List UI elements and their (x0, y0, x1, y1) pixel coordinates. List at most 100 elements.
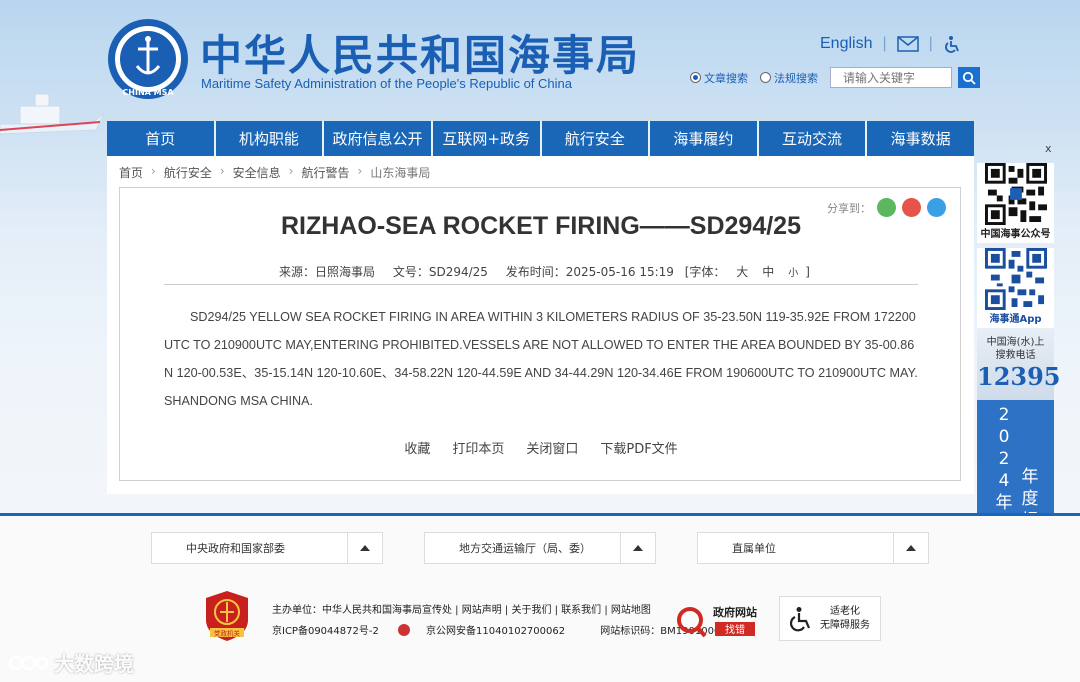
select-label: 直属单位 (732, 542, 776, 555)
article-meta: 来源：日照海事局 文号：SD294/25 发布时间：2025-05-16 15:… (120, 263, 962, 280)
breadcrumb-separator: › (219, 164, 225, 178)
breadcrumb-item[interactable]: 航行安全 (164, 164, 212, 181)
meta-publish-time: 发布时间：2025-05-16 15:19 (505, 265, 674, 279)
nav-home[interactable]: 首页 (107, 121, 216, 156)
site-title-en: Maritime Safety Administration of the Pe… (201, 76, 573, 91)
select-toggle[interactable] (347, 533, 382, 563)
police-record-text: 京公网安备11040102700062 (426, 626, 566, 637)
mail-icon[interactable] (896, 36, 919, 52)
watermark-logo-icon (8, 655, 48, 670)
meta-source: 来源：日照海事局 (279, 265, 376, 279)
caret-up-icon (633, 545, 643, 551)
article: 分享到： RIZHAO-SEA ROCKET FIRING——SD294/25 … (119, 187, 961, 481)
search-icon (962, 71, 976, 85)
font-large-button[interactable]: 大 (736, 265, 748, 279)
wechat-qr-card[interactable]: 中国海事公众号 (977, 163, 1054, 243)
breadcrumb-current: 山东海事局 (370, 166, 431, 180)
divider (164, 284, 918, 285)
nav-data[interactable]: 海事数据 (867, 121, 974, 156)
sidebar-close-button[interactable]: x (1045, 142, 1052, 155)
hotline-label: 搜救电话 (995, 350, 1036, 361)
accessibility-icon[interactable] (943, 35, 961, 53)
police-badge-icon (398, 624, 411, 636)
radio-label: 文章搜索 (704, 71, 748, 85)
close-window-link[interactable]: 关闭窗口 (526, 438, 578, 457)
qr-label: 海事通App (989, 314, 1042, 325)
breadcrumb: 首页 › 航行安全 › 安全信息 › 航行警告 › 山东海事局 (119, 164, 430, 181)
breadcrumb-item[interactable]: 首页 (119, 164, 143, 181)
nav-gov-info[interactable]: 政府信息公开 (324, 121, 433, 156)
search-input[interactable] (830, 67, 952, 88)
divider: | (882, 35, 887, 52)
radio-article-search[interactable]: 文章搜索 (690, 70, 748, 86)
watermark-text: 大数跨境 (54, 652, 134, 676)
accessibility-service-button[interactable]: 适老化 无障碍服务 (779, 596, 881, 641)
select-label: 中央政府和国家部委 (186, 542, 285, 555)
qr-code-icon (984, 248, 1047, 310)
breadcrumb-separator: › (288, 164, 294, 178)
gov-find-sub: 找错 (725, 623, 745, 636)
site-title-cn: 中华人民共和国海事局 (200, 31, 641, 80)
breadcrumb-item[interactable]: 安全信息 (233, 164, 281, 181)
caret-up-icon (360, 545, 370, 551)
content-panel: 首页 › 航行安全 › 安全信息 › 航行警告 › 山东海事局 分享到： RIZHAO-… (107, 156, 974, 494)
wheelchair-icon (790, 606, 811, 631)
qr-label: 中国海事公众号 (980, 229, 1051, 240)
breadcrumb-separator: › (151, 164, 156, 178)
app-qr-card[interactable]: 海事通App (977, 248, 1054, 328)
access-line: 适老化 (830, 605, 860, 617)
select-toggle[interactable] (893, 533, 928, 563)
search-bar: 文章搜索 法规搜索 (690, 67, 980, 88)
nav-navigation-safety[interactable]: 航行安全 (542, 121, 651, 156)
access-text: 适老化 无障碍服务 (820, 605, 870, 633)
badge-text: 党政机关 (214, 629, 241, 638)
download-pdf-link[interactable]: 下载PDF文件 (600, 438, 677, 457)
article-actions: 收藏 打印本页 关闭窗口 下载PDF文件 (120, 438, 962, 457)
english-link[interactable]: English (820, 35, 872, 53)
radio-dot (690, 72, 701, 83)
font-small-button[interactable]: 小 (788, 268, 798, 279)
nav-organization[interactable]: 机构职能 (216, 121, 325, 156)
party-gov-badge-icon[interactable]: 党政机关 (204, 590, 250, 642)
select-direct-units[interactable]: 直属单位 (697, 532, 929, 564)
breadcrumb-item[interactable]: 航行警告 (301, 164, 349, 181)
radio-dot (760, 72, 771, 83)
access-line: 无障碍服务 (820, 619, 870, 631)
article-title: RIZHAO-SEA ROCKET FIRING——SD294/25 (281, 212, 801, 240)
radio-label: 法规搜索 (774, 71, 818, 85)
msa-emblem-logo: CHINA MSA (108, 19, 188, 99)
font-medium-button[interactable]: 中 (762, 265, 774, 279)
gov-website-find-error-button[interactable]: 政府网站 找错 (677, 600, 763, 640)
font-size-close: ] (805, 265, 810, 279)
radio-law-search[interactable]: 法规搜索 (760, 70, 818, 86)
gov-find-title: 政府网站 (713, 605, 757, 619)
icp-record[interactable]: 京ICP备09044872号-2 (272, 626, 379, 637)
watermark: 大数跨境 (8, 648, 134, 677)
record-line: 京ICP备09044872号-2 京公网安备11040102700062 网站标… (272, 621, 743, 642)
favorite-link[interactable]: 收藏 (404, 438, 430, 457)
meta-doc-number: 文号：SD294/25 (392, 265, 488, 279)
nav-convention[interactable]: 海事履约 (650, 121, 759, 156)
emblem-text: CHINA MSA (122, 88, 174, 97)
select-label: 地方交通运输厅（局、委） (459, 542, 591, 555)
top-links: English | | (820, 35, 961, 53)
font-size-label: [字体： (684, 265, 726, 279)
hotline-label: 中国海(水)上 (986, 337, 1045, 348)
police-record[interactable]: 京公网安备11040102700062 (398, 624, 581, 637)
ship-illustration (0, 93, 105, 135)
sponsor-line: 主办单位：中华人民共和国海事局宣传处 | 网站声明 | 关于我们 | 联系我们 … (272, 605, 651, 616)
select-central-gov[interactable]: 中央政府和国家部委 (151, 532, 383, 564)
search-button[interactable] (958, 67, 980, 88)
select-toggle[interactable] (620, 533, 655, 563)
main-nav: 首页 机构职能 政府信息公开 互联网+政务 航行安全 海事履约 互动交流 海事数… (107, 121, 974, 156)
footer-info: 主办单位：中华人民共和国海事局宣传处 | 网站声明 | 关于我们 | 联系我们 … (272, 600, 743, 642)
nav-internet-services[interactable]: 互联网+政务 (433, 121, 542, 156)
breadcrumb-separator: › (357, 164, 363, 178)
print-link[interactable]: 打印本页 (452, 438, 504, 457)
rescue-hotline[interactable]: 中国海(水)上 搜救电话 12395 (977, 328, 1061, 400)
caret-up-icon (906, 545, 916, 551)
nav-interaction[interactable]: 互动交流 (759, 121, 868, 156)
select-local-transport[interactable]: 地方交通运输厅（局、委） (424, 532, 656, 564)
hotline-number: 12395 (977, 362, 1061, 391)
qr-code-icon (984, 163, 1047, 225)
